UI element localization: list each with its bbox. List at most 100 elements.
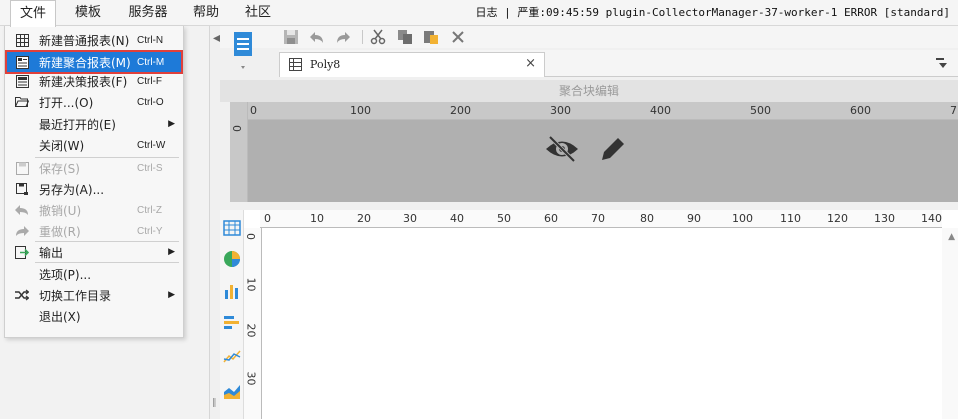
- canvas-vertical-ruler: 0 10 20 30: [244, 228, 262, 419]
- edit-pencil-icon[interactable]: [598, 134, 628, 167]
- save-icon[interactable]: [282, 28, 300, 46]
- submenu-arrow-icon: ▶: [168, 247, 175, 257]
- ruler-label: 120: [827, 212, 848, 225]
- ruler-label: 130: [874, 212, 895, 225]
- menu-item-save[interactable]: 保存(S) Ctrl-S: [7, 158, 181, 178]
- menu-item-label: 保存(S): [39, 161, 80, 176]
- toolbar-separator: [362, 30, 363, 44]
- menu-item-shortcut: Ctrl-Y: [137, 225, 163, 237]
- menu-item-new-aggregate-report[interactable]: 新建聚合报表(M) Ctrl-M: [5, 50, 183, 74]
- menu-item-switch-workdir[interactable]: 切换工作目录 ▶: [7, 285, 181, 305]
- menu-help[interactable]: 帮助: [186, 0, 226, 26]
- ruler-label: 20: [357, 212, 371, 225]
- tab-poly8[interactable]: Poly8 ×: [279, 52, 545, 77]
- menu-item-label: 输出: [39, 245, 64, 260]
- menu-item-shortcut: Ctrl-F: [137, 75, 162, 87]
- menu-item-label: 切换工作目录: [39, 288, 112, 303]
- ruler-label: 140: [921, 212, 942, 225]
- panel-grip-icon[interactable]: ‖: [212, 398, 217, 408]
- toolbar: [220, 26, 958, 48]
- menu-file[interactable]: 文件: [10, 0, 56, 27]
- menu-item-label: 最近打开的(E): [39, 117, 116, 132]
- ruler-label: 100: [350, 104, 371, 117]
- aggregate-report-icon: [289, 58, 302, 74]
- undo-icon: [13, 202, 31, 218]
- ruler-label: 60: [544, 212, 558, 225]
- horizontal-bar-chart-icon[interactable]: [223, 314, 241, 332]
- close-icon[interactable]: ×: [525, 56, 536, 71]
- menubar: 文件 模板 服务器 帮助 社区 日志 | 严重:09:45:59 plugin-…: [0, 0, 958, 27]
- line-chart-icon[interactable]: [223, 348, 241, 366]
- log-status[interactable]: 日志 | 严重:09:45:59 plugin-CollectorManager…: [476, 0, 950, 26]
- ruler-label: 0: [250, 104, 257, 117]
- menu-item-export[interactable]: 输出 ▶: [7, 242, 181, 262]
- ruler-label: 0: [244, 233, 257, 240]
- save-as-icon: [13, 181, 31, 197]
- undo-icon[interactable]: [308, 28, 326, 46]
- menu-item-label: 新建聚合报表(M): [39, 55, 131, 70]
- menu-item-shortcut: Ctrl-W: [137, 139, 166, 151]
- redo-icon[interactable]: [334, 28, 352, 46]
- submenu-arrow-icon: ▶: [168, 290, 175, 300]
- menu-item-shortcut: Ctrl-M: [137, 56, 165, 68]
- vertical-scrollbar[interactable]: [942, 228, 958, 419]
- menu-item-new-decision-report[interactable]: 新建决策报表(F) Ctrl-F: [7, 71, 181, 91]
- delete-icon[interactable]: [449, 28, 467, 46]
- menu-item-redo[interactable]: 重做(R) Ctrl-Y: [7, 221, 181, 241]
- ruler-label: 200: [450, 104, 471, 117]
- menu-item-close[interactable]: 关闭(W) Ctrl-W: [7, 135, 181, 155]
- ruler-label: 10: [310, 212, 324, 225]
- menu-item-open[interactable]: 打开...(O) Ctrl-O: [7, 92, 181, 112]
- menu-item-label: 选项(P)...: [39, 267, 92, 282]
- submenu-arrow-icon: ▶: [168, 119, 175, 129]
- menu-item-label: 打开...(O): [39, 95, 94, 110]
- menu-item-label: 新建普通报表(N): [39, 33, 130, 48]
- copy-icon[interactable]: [396, 28, 414, 46]
- ruler-label: 7: [950, 104, 957, 117]
- redo-icon: [13, 223, 31, 239]
- menu-item-recent[interactable]: 最近打开的(E) ▶: [7, 114, 181, 134]
- menu-server[interactable]: 服务器: [120, 0, 176, 26]
- menu-item-new-normal-report[interactable]: 新建普通报表(N) Ctrl-N: [7, 30, 181, 50]
- pie-chart-icon[interactable]: [223, 250, 241, 268]
- menu-separator: [35, 262, 179, 263]
- canvas-horizontal-ruler: 0 10 20 30 40 50 60 70 80 90 100 110 120…: [260, 210, 942, 228]
- ruler-label: 90: [687, 212, 701, 225]
- ruler-label: 0: [264, 212, 271, 225]
- ruler-label: 110: [780, 212, 801, 225]
- menu-item-undo[interactable]: 撤销(U) Ctrl-Z: [7, 200, 181, 220]
- new-report-dropdown-icon[interactable]: [228, 30, 258, 74]
- tab-menu-icon[interactable]: [936, 57, 948, 72]
- menu-item-save-as[interactable]: 另存为(A)...: [7, 179, 181, 199]
- menu-item-exit[interactable]: 退出(X): [7, 306, 181, 326]
- file-menu-dropdown: 新建普通报表(N) Ctrl-N 新建聚合报表(M) Ctrl-M 新建决策报表…: [4, 26, 184, 338]
- ruler-label: 400: [650, 104, 671, 117]
- ruler-label: 10: [244, 277, 258, 292]
- table-icon[interactable]: [223, 220, 241, 238]
- tab-title: Poly8: [310, 58, 341, 71]
- agg-vertical-ruler: 0: [230, 102, 248, 202]
- cut-icon[interactable]: [369, 28, 387, 46]
- area-chart-icon[interactable]: [223, 382, 241, 400]
- save-icon: [13, 160, 31, 176]
- menu-template[interactable]: 模板: [66, 0, 110, 26]
- menu-item-label: 撤销(U): [39, 203, 82, 218]
- menu-item-label: 新建决策报表(F): [39, 74, 128, 89]
- ruler-label: 20: [244, 323, 258, 338]
- menu-item-options[interactable]: 选项(P)...: [7, 264, 181, 284]
- menu-community[interactable]: 社区: [238, 0, 278, 26]
- export-icon: [13, 244, 31, 260]
- hide-eye-icon[interactable]: [544, 134, 580, 167]
- agg-block-editor-header: 聚合块编辑: [220, 80, 958, 102]
- bar-chart-icon[interactable]: [223, 282, 241, 300]
- ruler-label: 300: [550, 104, 571, 117]
- ruler-label: 600: [850, 104, 871, 117]
- menu-item-label: 另存为(A)...: [39, 182, 105, 197]
- paste-icon[interactable]: [422, 28, 440, 46]
- decision-report-icon: [13, 73, 31, 89]
- report-canvas[interactable]: [220, 210, 958, 419]
- menu-item-label: 退出(X): [39, 309, 81, 324]
- chart-type-sidebar: [220, 210, 244, 419]
- menu-item-label: 重做(R): [39, 224, 81, 239]
- scroll-up-icon[interactable]: ▲: [948, 232, 955, 242]
